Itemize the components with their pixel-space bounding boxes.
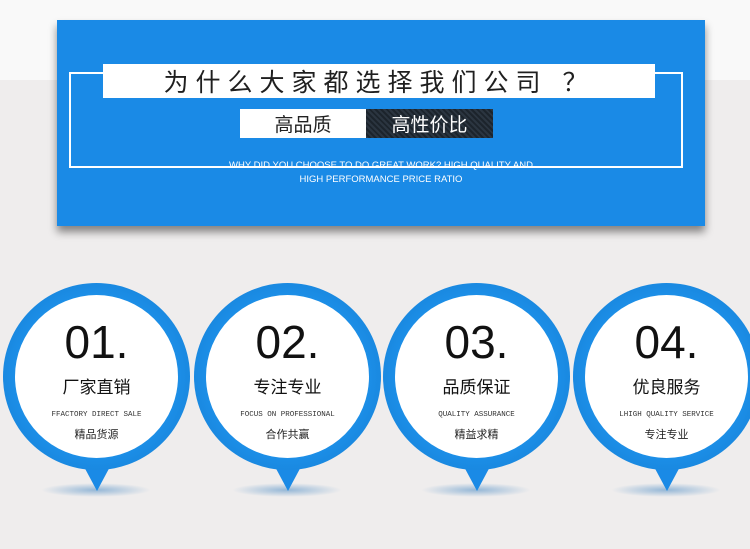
feature-english: FOCUS ON PROFESSIONAL bbox=[240, 411, 335, 419]
feature-badge-02: 02. 专注专业 FOCUS ON PROFESSIONAL 合作共赢 bbox=[194, 283, 381, 508]
feature-english: LHIGH QUALITY SERVICE bbox=[619, 411, 714, 419]
frame-line bbox=[681, 72, 683, 168]
feature-title: 优良服务 bbox=[632, 378, 701, 398]
tag-high-quality: 高品质 bbox=[240, 109, 366, 138]
feature-badge-01: 01. 厂家直销 FFACTORY DIRECT SALE 精品货源 bbox=[3, 283, 190, 508]
feature-badge-04: 04. 优良服务 LHIGH QUALITY SERVICE 专注专业 bbox=[573, 283, 750, 508]
frame-line bbox=[655, 72, 683, 74]
feature-title: 专注专业 bbox=[253, 378, 322, 398]
banner-subtitle: WHY DID YOU CHOOSE TO DO GREAT WORK? HIG… bbox=[57, 159, 705, 187]
subtitle-line: WHY DID YOU CHOOSE TO DO GREAT WORK? HIG… bbox=[229, 160, 533, 171]
feature-number: 02. bbox=[255, 316, 320, 368]
feature-subtitle: 专注专业 bbox=[644, 428, 689, 441]
headline: 为什么大家都选择我们公司 ？ bbox=[103, 64, 655, 98]
subtitle-line: HIGH PERFORMANCE PRICE RATIO bbox=[299, 174, 463, 185]
feature-subtitle: 精益求精 bbox=[454, 428, 499, 441]
frame-line bbox=[69, 72, 103, 74]
feature-english: QUALITY ASSURANCE bbox=[438, 411, 515, 419]
badge-face: 03. 品质保证 QUALITY ASSURANCE 精益求精 bbox=[395, 295, 558, 458]
badge-face: 01. 厂家直销 FFACTORY DIRECT SALE 精品货源 bbox=[15, 295, 178, 458]
tag-value: 高性价比 bbox=[366, 109, 493, 138]
feature-subtitle: 精品货源 bbox=[74, 428, 119, 441]
feature-title: 厂家直销 bbox=[62, 378, 131, 398]
badge-face: 02. 专注专业 FOCUS ON PROFESSIONAL 合作共赢 bbox=[206, 295, 369, 458]
feature-number: 01. bbox=[64, 316, 129, 368]
badge-face: 04. 优良服务 LHIGH QUALITY SERVICE 专注专业 bbox=[585, 295, 748, 458]
feature-number: 03. bbox=[444, 316, 509, 368]
feature-title: 品质保证 bbox=[442, 378, 511, 398]
frame-line bbox=[69, 72, 71, 168]
hero-banner: 为什么大家都选择我们公司 ？ 高品质 高性价比 WHY DID YOU CHOO… bbox=[57, 20, 705, 226]
feature-english: FFACTORY DIRECT SALE bbox=[51, 411, 142, 419]
feature-number: 04. bbox=[634, 316, 699, 368]
feature-badge-03: 03. 品质保证 QUALITY ASSURANCE 精益求精 bbox=[383, 283, 570, 508]
feature-subtitle: 合作共赢 bbox=[265, 428, 310, 441]
